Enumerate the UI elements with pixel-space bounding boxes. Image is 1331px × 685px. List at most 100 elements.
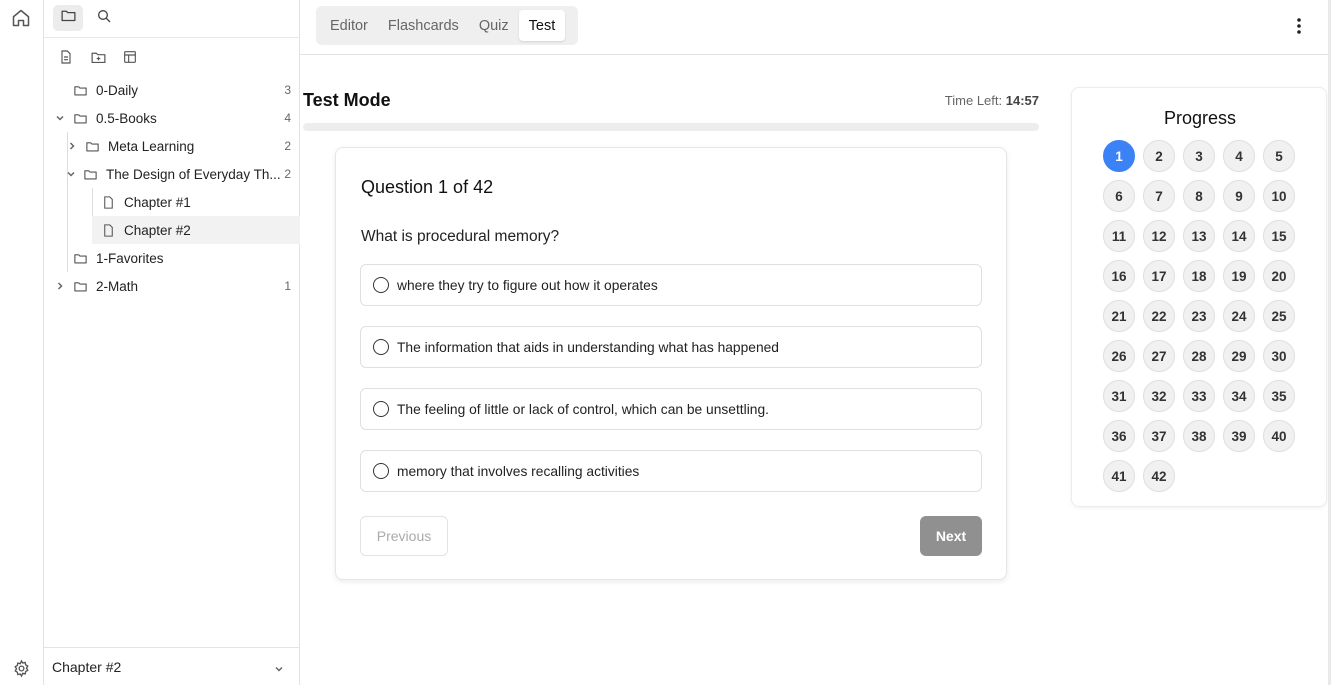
- question-nav-13[interactable]: 13: [1183, 220, 1215, 252]
- radio-button[interactable]: [373, 463, 389, 479]
- tab-quiz[interactable]: Quiz: [469, 10, 519, 41]
- tree-item-count: 1: [284, 279, 291, 293]
- answer-option[interactable]: where they try to figure out how it oper…: [360, 264, 982, 306]
- progress-title: Progress: [1163, 108, 1237, 128]
- question-nav-16[interactable]: 16: [1103, 260, 1135, 292]
- radio-button[interactable]: [373, 277, 389, 293]
- answer-option-text: The feeling of little or lack of control…: [397, 401, 769, 417]
- progress-panel: Progress 1 2 3 4 5 6 7 8 9 10 11 12 13 14 15 16 17 18 19 20…: [1071, 87, 1327, 507]
- sidebar-tabs: [44, 0, 299, 38]
- question-nav-8[interactable]: 8: [1183, 180, 1215, 212]
- new-note-icon[interactable]: [56, 47, 76, 67]
- file-explorer-sidebar: 0-Daily 3 0.5-Books 4 Meta Learning 2 Th…: [44, 0, 300, 685]
- question-nav-1[interactable]: 1: [1103, 140, 1135, 172]
- question-number: Question 1 of 42: [361, 177, 494, 197]
- question-nav-3[interactable]: 3: [1183, 140, 1215, 172]
- question-nav-30[interactable]: 30: [1263, 340, 1295, 372]
- active-file-selector[interactable]: Chapter #2: [44, 647, 300, 685]
- tree-item-label: The Design of Everyday Th...: [106, 166, 281, 182]
- chevron-right-icon[interactable]: [66, 140, 78, 152]
- question-nav-32[interactable]: 32: [1143, 380, 1175, 412]
- question-nav-26[interactable]: 26: [1103, 340, 1135, 372]
- question-nav-31[interactable]: 31: [1103, 380, 1135, 412]
- question-nav-38[interactable]: 38: [1183, 420, 1215, 452]
- folder-icon: [84, 138, 100, 154]
- question-nav-6[interactable]: 6: [1103, 180, 1135, 212]
- question-nav-10[interactable]: 10: [1263, 180, 1295, 212]
- tree-item-count: 4: [284, 111, 291, 125]
- question-nav-12[interactable]: 12: [1143, 220, 1175, 252]
- new-folder-icon[interactable]: [88, 47, 108, 67]
- tree-item-meta-learning[interactable]: Meta Learning 2: [44, 132, 300, 160]
- question-nav-34[interactable]: 34: [1223, 380, 1255, 412]
- home-icon[interactable]: [10, 7, 32, 29]
- question-nav-4[interactable]: 4: [1223, 140, 1255, 172]
- question-nav-41[interactable]: 41: [1103, 460, 1135, 492]
- tree-item-design-of-everyday-things[interactable]: The Design of Everyday Th... 2: [44, 160, 300, 188]
- tab-test[interactable]: Test: [518, 10, 566, 41]
- chevron-down-icon[interactable]: [54, 112, 66, 124]
- question-nav-22[interactable]: 22: [1143, 300, 1175, 332]
- tree-item-0-daily[interactable]: 0-Daily 3: [44, 76, 300, 104]
- time-left: Time Left: 14:57: [945, 93, 1039, 108]
- question-nav-35[interactable]: 35: [1263, 380, 1295, 412]
- question-nav-28[interactable]: 28: [1183, 340, 1215, 372]
- files-tab[interactable]: [53, 5, 83, 31]
- folder-icon: [72, 82, 88, 98]
- question-nav-29[interactable]: 29: [1223, 340, 1255, 372]
- question-nav-42[interactable]: 42: [1143, 460, 1175, 492]
- question-nav-19[interactable]: 19: [1223, 260, 1255, 292]
- question-nav-14[interactable]: 14: [1223, 220, 1255, 252]
- tree-item-1-favorites[interactable]: 1-Favorites: [44, 244, 300, 272]
- question-nav-25[interactable]: 25: [1263, 300, 1295, 332]
- tree-item-0-5-books[interactable]: 0.5-Books 4: [44, 104, 300, 132]
- question-nav-24[interactable]: 24: [1223, 300, 1255, 332]
- tab-flashcards[interactable]: Flashcards: [378, 10, 469, 41]
- active-file-label: Chapter #2: [52, 658, 122, 675]
- answer-option[interactable]: memory that involves recalling activitie…: [360, 450, 982, 492]
- question-nav-7[interactable]: 7: [1143, 180, 1175, 212]
- tab-editor[interactable]: Editor: [320, 10, 378, 41]
- radio-button[interactable]: [373, 401, 389, 417]
- question-nav-2[interactable]: 2: [1143, 140, 1175, 172]
- question-nav-33[interactable]: 33: [1183, 380, 1215, 412]
- next-button[interactable]: Next: [920, 516, 982, 556]
- question-nav-9[interactable]: 9: [1223, 180, 1255, 212]
- question-nav-23[interactable]: 23: [1183, 300, 1215, 332]
- search-tab[interactable]: [89, 5, 119, 31]
- question-nav-11[interactable]: 11: [1103, 220, 1135, 252]
- tree-item-2-math[interactable]: 2-Math 1: [44, 272, 300, 300]
- question-nav-15[interactable]: 15: [1263, 220, 1295, 252]
- more-options-icon[interactable]: [1291, 14, 1307, 38]
- question-nav-20[interactable]: 20: [1263, 260, 1295, 292]
- folder-icon: [72, 278, 88, 294]
- tree-item-chapter-2[interactable]: Chapter #2: [92, 216, 300, 244]
- question-nav-39[interactable]: 39: [1223, 420, 1255, 452]
- question-nav-17[interactable]: 17: [1143, 260, 1175, 292]
- chevron-right-icon[interactable]: [54, 280, 66, 292]
- question-nav-40[interactable]: 40: [1263, 420, 1295, 452]
- question-nav-5[interactable]: 5: [1263, 140, 1295, 172]
- gear-icon[interactable]: [10, 657, 32, 679]
- layout-icon[interactable]: [120, 47, 140, 67]
- radio-button[interactable]: [373, 339, 389, 355]
- tree-item-label: Chapter #2: [124, 222, 191, 238]
- question-nav-18[interactable]: 18: [1183, 260, 1215, 292]
- mode-tabs: Editor Flashcards Quiz Test: [316, 6, 578, 45]
- answer-option[interactable]: The information that aids in understandi…: [360, 326, 982, 368]
- answer-option[interactable]: The feeling of little or lack of control…: [360, 388, 982, 430]
- search-icon: [96, 8, 112, 29]
- question-card: Question 1 of 42 What is procedural memo…: [335, 147, 1007, 580]
- question-nav-27[interactable]: 27: [1143, 340, 1175, 372]
- answer-option-text: where they try to figure out how it oper…: [397, 277, 658, 293]
- question-nav-37[interactable]: 37: [1143, 420, 1175, 452]
- tree-item-chapter-1[interactable]: Chapter #1: [44, 188, 300, 216]
- previous-button[interactable]: Previous: [360, 516, 448, 556]
- question-text: What is procedural memory?: [361, 228, 560, 245]
- chevron-down-icon[interactable]: [65, 168, 77, 180]
- time-left-label: Time Left:: [944, 93, 1003, 108]
- question-nav-21[interactable]: 21: [1103, 300, 1135, 332]
- tree-item-count: 2: [284, 139, 291, 153]
- question-nav-36[interactable]: 36: [1103, 420, 1135, 452]
- chevron-down-icon: [274, 661, 284, 677]
